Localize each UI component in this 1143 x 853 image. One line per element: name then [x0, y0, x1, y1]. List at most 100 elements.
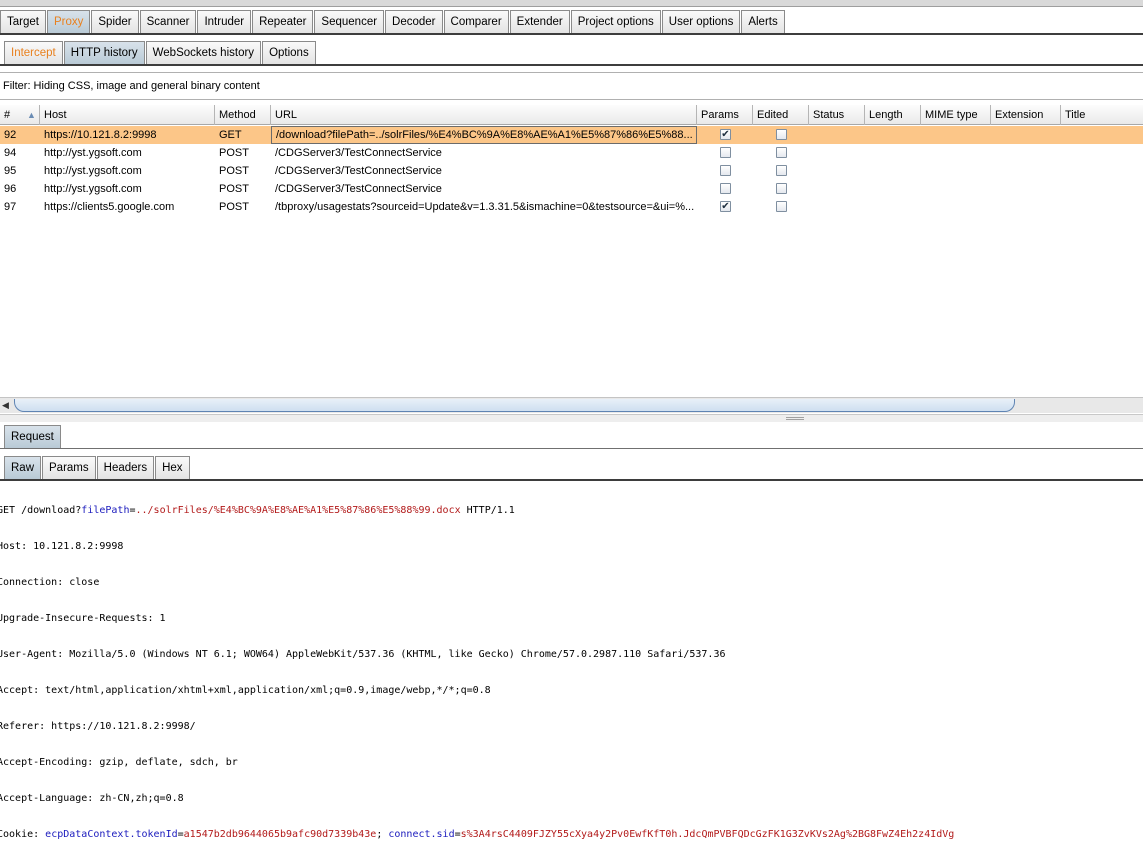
- row-url: /CDGServer3/TestConnectService: [275, 183, 442, 195]
- row-url: /CDGServer3/TestConnectService: [275, 165, 442, 177]
- table-row[interactable]: 97 https://clients5.google.com POST /tbp…: [0, 198, 1143, 216]
- scrollbar-thumb[interactable]: [14, 399, 1015, 412]
- request-line: GET /download?filePath=../solrFiles/%E4%…: [0, 505, 515, 516]
- column-header-mime-type[interactable]: MIME type: [921, 105, 991, 125]
- header-line: Referer: https://10.121.8.2:9998/: [0, 721, 196, 732]
- tab-request[interactable]: Request: [4, 425, 61, 448]
- row-method: POST: [219, 165, 249, 177]
- row-number: 92: [4, 129, 17, 141]
- tab-options[interactable]: Options: [262, 41, 316, 64]
- cookie-value: s%3A4rsC4409FJZY55cXya4y2Pv0EwfKfT0h.Jdc…: [460, 829, 955, 840]
- tab-decoder[interactable]: Decoder: [385, 10, 443, 33]
- tab-sequencer[interactable]: Sequencer: [314, 10, 385, 33]
- row-host: http://yst.ygsoft.com: [44, 165, 142, 177]
- splitter-grip-icon[interactable]: [786, 417, 804, 420]
- header-line: Accept-Language: zh-CN,zh;q=0.8: [0, 793, 184, 804]
- cookie-line: Cookie: ecpDataContext.tokenId=a1547b2db…: [0, 829, 955, 840]
- tab-intercept[interactable]: Intercept: [4, 41, 63, 64]
- tab-scanner[interactable]: Scanner: [139, 10, 197, 33]
- tab-project-options[interactable]: Project options: [570, 10, 661, 33]
- params-checkbox: [720, 165, 731, 176]
- scroll-left-icon[interactable]: ◀: [2, 400, 9, 411]
- row-method: POST: [219, 183, 249, 195]
- column-header-number[interactable]: # ▲: [0, 105, 40, 125]
- row-url: /CDGServer3/TestConnectService: [275, 147, 442, 159]
- row-number: 94: [4, 147, 17, 159]
- params-checkbox: ✔: [720, 201, 731, 212]
- raw-request-editor[interactable]: GET /download?filePath=../solrFiles/%E4%…: [0, 482, 1143, 840]
- column-header-length[interactable]: Length: [865, 105, 921, 125]
- tab-raw[interactable]: Raw: [4, 456, 42, 479]
- tab-spider[interactable]: Spider: [91, 10, 139, 33]
- cookie-name: connect.sid: [388, 829, 455, 840]
- row-method: POST: [219, 147, 249, 159]
- column-header-title[interactable]: Title: [1061, 105, 1143, 125]
- column-header-edited[interactable]: Edited: [753, 105, 809, 125]
- row-method: GET: [219, 129, 242, 141]
- row-number: 97: [4, 201, 17, 213]
- params-checkbox: [720, 147, 731, 158]
- row-number: 95: [4, 165, 17, 177]
- header-line: Accept: text/html,application/xhtml+xml,…: [0, 685, 491, 696]
- row-host: https://clients5.google.com: [44, 201, 175, 213]
- row-url: /download?filePath=../solrFiles/%E4%BC%9…: [271, 126, 697, 144]
- row-host: http://yst.ygsoft.com: [44, 183, 142, 195]
- window-top-strip: [0, 0, 1143, 7]
- filter-bar[interactable]: Filter: Hiding CSS, image and general bi…: [0, 72, 1143, 100]
- edited-checkbox: [776, 201, 787, 212]
- tab-hex[interactable]: Hex: [155, 456, 190, 479]
- column-header-url[interactable]: URL: [271, 105, 697, 125]
- filter-text: Filter: Hiding CSS, image and general bi…: [3, 80, 260, 92]
- proxy-tab-divider: [0, 64, 1143, 66]
- main-tab-divider: [0, 33, 1143, 35]
- view-tab-bar: Raw Params Headers Hex: [4, 456, 191, 479]
- edited-checkbox: [776, 165, 787, 176]
- column-header-host[interactable]: Host: [40, 105, 215, 125]
- tab-alerts[interactable]: Alerts: [741, 10, 785, 33]
- header-line: User-Agent: Mozilla/5.0 (Windows NT 6.1;…: [0, 649, 726, 660]
- params-checkbox: [720, 183, 731, 194]
- row-method: POST: [219, 201, 249, 213]
- main-tab-bar: Target Proxy Spider Scanner Intruder Rep…: [0, 10, 786, 33]
- tab-extender[interactable]: Extender: [509, 10, 570, 33]
- column-header-params[interactable]: Params: [697, 105, 753, 125]
- tab-proxy[interactable]: Proxy: [46, 10, 91, 33]
- cookie-name: ecpDataContext.tokenId: [45, 829, 178, 840]
- row-host: https://10.121.8.2:9998: [44, 129, 157, 141]
- tab-intruder[interactable]: Intruder: [197, 10, 252, 33]
- params-checkbox: ✔: [720, 129, 731, 140]
- row-number: 96: [4, 183, 17, 195]
- history-table-header: # ▲ Host Method URL Params Edited Status …: [0, 105, 1143, 125]
- edited-checkbox: [776, 183, 787, 194]
- table-row[interactable]: 96 http://yst.ygsoft.com POST /CDGServer…: [0, 180, 1143, 198]
- edited-checkbox: [776, 129, 787, 140]
- tab-comparer[interactable]: Comparer: [443, 10, 509, 33]
- header-line: Upgrade-Insecure-Requests: 1: [0, 613, 166, 624]
- column-header-extension[interactable]: Extension: [991, 105, 1061, 125]
- tab-repeater[interactable]: Repeater: [252, 10, 314, 33]
- tab-websockets-history[interactable]: WebSockets history: [145, 41, 262, 64]
- history-table-body: 92 https://10.121.8.2:9998 GET /download…: [0, 126, 1143, 396]
- param-name: filePath: [81, 505, 130, 516]
- horizontal-scrollbar[interactable]: ◀: [0, 397, 1143, 413]
- table-row[interactable]: 95 http://yst.ygsoft.com POST /CDGServer…: [0, 162, 1143, 180]
- header-line: Accept-Encoding: gzip, deflate, sdch, br: [0, 757, 238, 768]
- sort-ascending-icon: ▲: [27, 110, 36, 120]
- column-header-status[interactable]: Status: [809, 105, 865, 125]
- table-row[interactable]: 94 http://yst.ygsoft.com POST /CDGServer…: [0, 144, 1143, 162]
- view-tab-divider: [0, 479, 1143, 481]
- tab-target[interactable]: Target: [0, 10, 46, 33]
- header-line: Connection: close: [0, 577, 100, 588]
- tab-headers[interactable]: Headers: [96, 456, 155, 479]
- row-url: /tbproxy/usagestats?sourceid=Update&v=1.…: [275, 201, 695, 213]
- pane-splitter[interactable]: [0, 414, 1143, 422]
- message-tab-bar: Request: [4, 425, 62, 448]
- table-row[interactable]: 92 https://10.121.8.2:9998 GET /download…: [0, 126, 1143, 144]
- column-header-method[interactable]: Method: [215, 105, 271, 125]
- tab-http-history[interactable]: HTTP history: [63, 41, 145, 64]
- tab-user-options[interactable]: User options: [661, 10, 741, 33]
- tab-params[interactable]: Params: [42, 456, 96, 479]
- param-value: ../solrFiles/%E4%BC%9A%E8%AE%A1%E5%87%86…: [135, 505, 461, 516]
- header-line: Host: 10.121.8.2:9998: [0, 541, 124, 552]
- edited-checkbox: [776, 147, 787, 158]
